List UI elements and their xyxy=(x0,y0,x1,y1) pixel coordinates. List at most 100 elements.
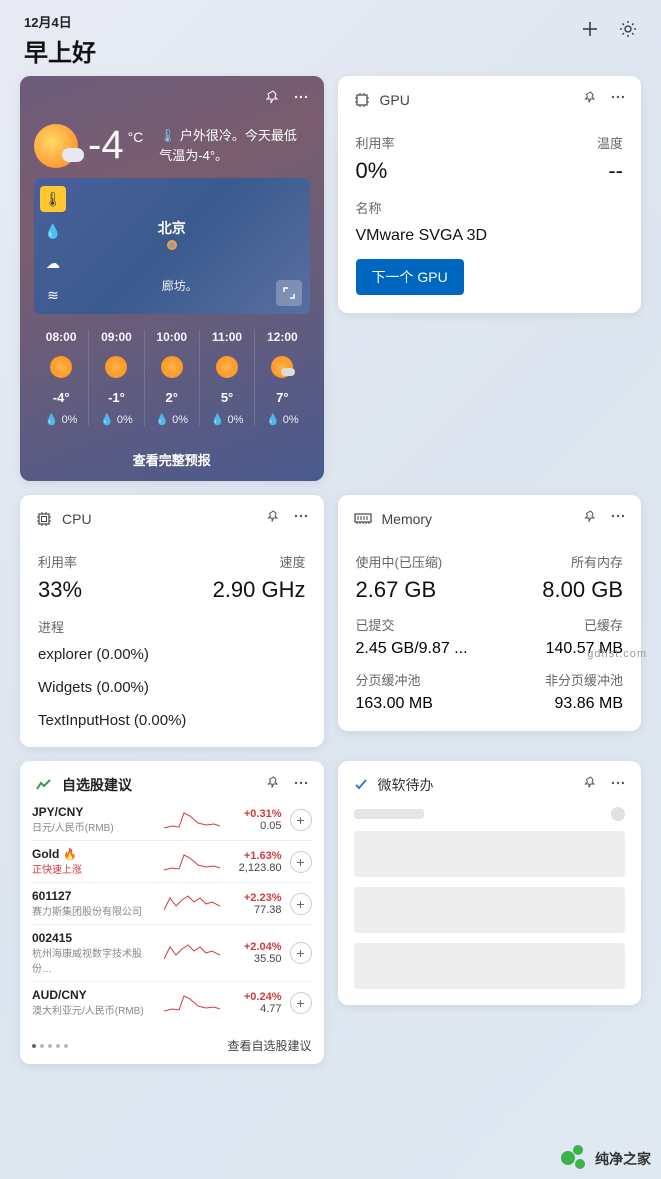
pin-button[interactable] xyxy=(584,776,597,794)
pin-icon xyxy=(584,510,597,523)
stock-change-pct: +1.63% xyxy=(244,850,282,862)
stock-name: 杭州海康威视数字技术股份… xyxy=(32,945,156,975)
gpu-name-label: 名称 xyxy=(356,198,624,217)
stock-price: 35.50 xyxy=(254,953,282,965)
memory-widget[interactable]: Memory 使用中(已压缩)2.67 GB 所有内存8.00 GB 已提交2.… xyxy=(338,495,642,731)
more-button[interactable] xyxy=(294,509,308,528)
more-button[interactable] xyxy=(611,509,625,528)
stock-sparkline xyxy=(164,991,220,1015)
forecast-time: 12:00 xyxy=(267,330,298,344)
stock-row[interactable]: 002415 杭州海康威视数字技术股份… +2.04% 35.50 + xyxy=(32,924,312,981)
add-stock-button[interactable]: + xyxy=(290,992,312,1014)
header-greeting: 早上好 xyxy=(24,33,96,68)
stock-row[interactable]: AUD/CNY 澳大利亚元/人民币(RMB) +0.24% 4.77 + xyxy=(32,981,312,1023)
header-date: 12月4日 xyxy=(24,12,96,31)
todo-widget[interactable]: 微软待办 xyxy=(338,761,642,1005)
cloud-icon: ☁ xyxy=(46,255,60,272)
gpu-widget[interactable]: GPU 利用率 0% 温度 -- 名称 VMware SVGA 3D xyxy=(338,76,642,313)
forecast-item[interactable]: 09:00 -1° 💧 0% xyxy=(88,330,143,426)
mem-cached-label: 已缓存 xyxy=(584,615,623,634)
current-temperature: -4°C xyxy=(88,123,143,168)
pin-button[interactable] xyxy=(267,510,280,528)
view-stocks-link[interactable]: 查看自选股建议 xyxy=(227,1037,311,1054)
todo-title: 微软待办 xyxy=(378,775,434,795)
forecast-condition-icon xyxy=(50,356,72,378)
stock-row[interactable]: 601127 赛力斯集团股份有限公司 +2.23% 77.38 + xyxy=(32,882,312,924)
add-stock-button[interactable]: + xyxy=(290,893,312,915)
more-button[interactable] xyxy=(294,776,308,795)
thermometer-icon: 🌡 xyxy=(159,128,176,143)
map-city2-label: 廊坊。 xyxy=(162,277,198,294)
forecast-temp: 5° xyxy=(221,390,233,405)
forecast-item[interactable]: 08:00 -4° 💧 0% xyxy=(34,330,88,426)
view-full-forecast-link[interactable]: 查看完整预报 xyxy=(20,438,324,481)
add-stock-button[interactable]: + xyxy=(290,851,312,873)
stock-name: 澳大利亚元/人民币(RMB) xyxy=(32,1002,156,1017)
forecast-precipitation: 💧 0% xyxy=(45,413,78,426)
stocks-widget[interactable]: 自选股建议 JPY/CNY 日元/人民币(RMB) +0.31% 0.05 + … xyxy=(20,761,324,1064)
todo-skeleton-item xyxy=(354,831,626,877)
add-stock-button[interactable]: + xyxy=(290,942,312,964)
stock-sparkline xyxy=(164,808,220,832)
more-icon xyxy=(294,90,308,104)
pagination-dots[interactable] xyxy=(32,1044,68,1048)
map-expand-button[interactable] xyxy=(276,280,302,306)
settings-button[interactable] xyxy=(619,20,637,38)
stock-sparkline xyxy=(164,941,220,965)
add-stock-button[interactable]: + xyxy=(290,809,312,831)
map-tab-temp[interactable]: 🌡 xyxy=(40,186,66,212)
pin-button[interactable] xyxy=(266,90,280,109)
stock-row[interactable]: JPY/CNY 日元/人民币(RMB) +0.31% 0.05 + xyxy=(32,799,312,840)
forecast-precipitation: 💧 0% xyxy=(155,413,188,426)
forecast-time: 10:00 xyxy=(156,330,187,344)
mem-total-value: 8.00 GB xyxy=(542,577,623,603)
stock-row[interactable]: Gold🔥 正快速上涨 +1.63% 2,123.80 + xyxy=(32,840,312,882)
forecast-item[interactable]: 10:00 2° 💧 0% xyxy=(144,330,199,426)
stock-change-pct: +2.04% xyxy=(244,941,282,953)
map-tab-cloud[interactable]: ☁ xyxy=(40,250,66,276)
cpu-process-list: explorer (0.00%)Widgets (0.00%)TextInput… xyxy=(38,646,306,729)
stocks-title: 自选股建议 xyxy=(62,775,132,795)
process-item: explorer (0.00%) xyxy=(38,646,306,663)
forecast-time: 11:00 xyxy=(212,330,242,344)
forecast-temp: -4° xyxy=(53,390,70,405)
pin-icon xyxy=(584,776,597,789)
pin-button[interactable] xyxy=(584,510,597,528)
stock-symbol: JPY/CNY xyxy=(32,805,156,819)
stock-sparkline xyxy=(164,850,220,874)
mem-total-label: 所有内存 xyxy=(571,552,623,571)
weather-widget[interactable]: -4°C 🌡户外很冷。今天最低气温为-4°。 🌡 💧 ☁ ≋ 北京 廊坊。 08… xyxy=(20,76,324,481)
stock-price: 77.38 xyxy=(254,904,282,916)
hourly-forecast: 08:00 -4° 💧 0%09:00 -1° 💧 0%10:00 2° 💧 0… xyxy=(20,314,324,438)
map-city-marker xyxy=(167,240,177,250)
more-icon xyxy=(294,509,308,523)
weather-map[interactable]: 🌡 💧 ☁ ≋ 北京 廊坊。 xyxy=(34,178,310,314)
pin-button[interactable] xyxy=(267,776,280,794)
cpu-widget[interactable]: CPU 利用率 33% 速度 2.90 GHz 进程 explorer (0.0… xyxy=(20,495,324,747)
forecast-time: 09:00 xyxy=(101,330,132,344)
more-button[interactable] xyxy=(611,776,625,795)
mem-commit-value: 2.45 GB/9.87 ... xyxy=(356,640,468,658)
more-icon xyxy=(611,776,625,790)
forecast-precipitation: 💧 0% xyxy=(211,413,244,426)
forecast-item[interactable]: 12:00 7° 💧 0% xyxy=(254,330,309,426)
pin-icon xyxy=(266,90,280,104)
stock-price: 2,123.80 xyxy=(239,862,282,874)
mem-paged-value: 163.00 MB xyxy=(356,695,433,713)
watermark-url: gdhst.com xyxy=(587,648,647,660)
forecast-condition-icon xyxy=(271,356,293,378)
fire-icon: 🔥 xyxy=(63,848,77,861)
droplet-icon: 💧 xyxy=(44,223,61,240)
add-widget-button[interactable] xyxy=(581,20,599,38)
watermark-brand: 纯净之家 xyxy=(561,1145,651,1173)
pin-button[interactable] xyxy=(584,91,597,109)
mem-nonpaged-label: 非分页缓冲池 xyxy=(545,670,623,689)
more-button[interactable] xyxy=(611,90,625,109)
forecast-item[interactable]: 11:00 5° 💧 0% xyxy=(199,330,254,426)
map-tab-rain[interactable]: 💧 xyxy=(40,218,66,244)
stock-name: 日元/人民币(RMB) xyxy=(32,819,156,834)
map-tab-wind[interactable]: ≋ xyxy=(40,282,66,308)
gpu-temp-value: -- xyxy=(608,158,623,184)
more-button[interactable] xyxy=(294,90,308,109)
next-gpu-button[interactable]: 下一个 GPU xyxy=(356,259,464,295)
